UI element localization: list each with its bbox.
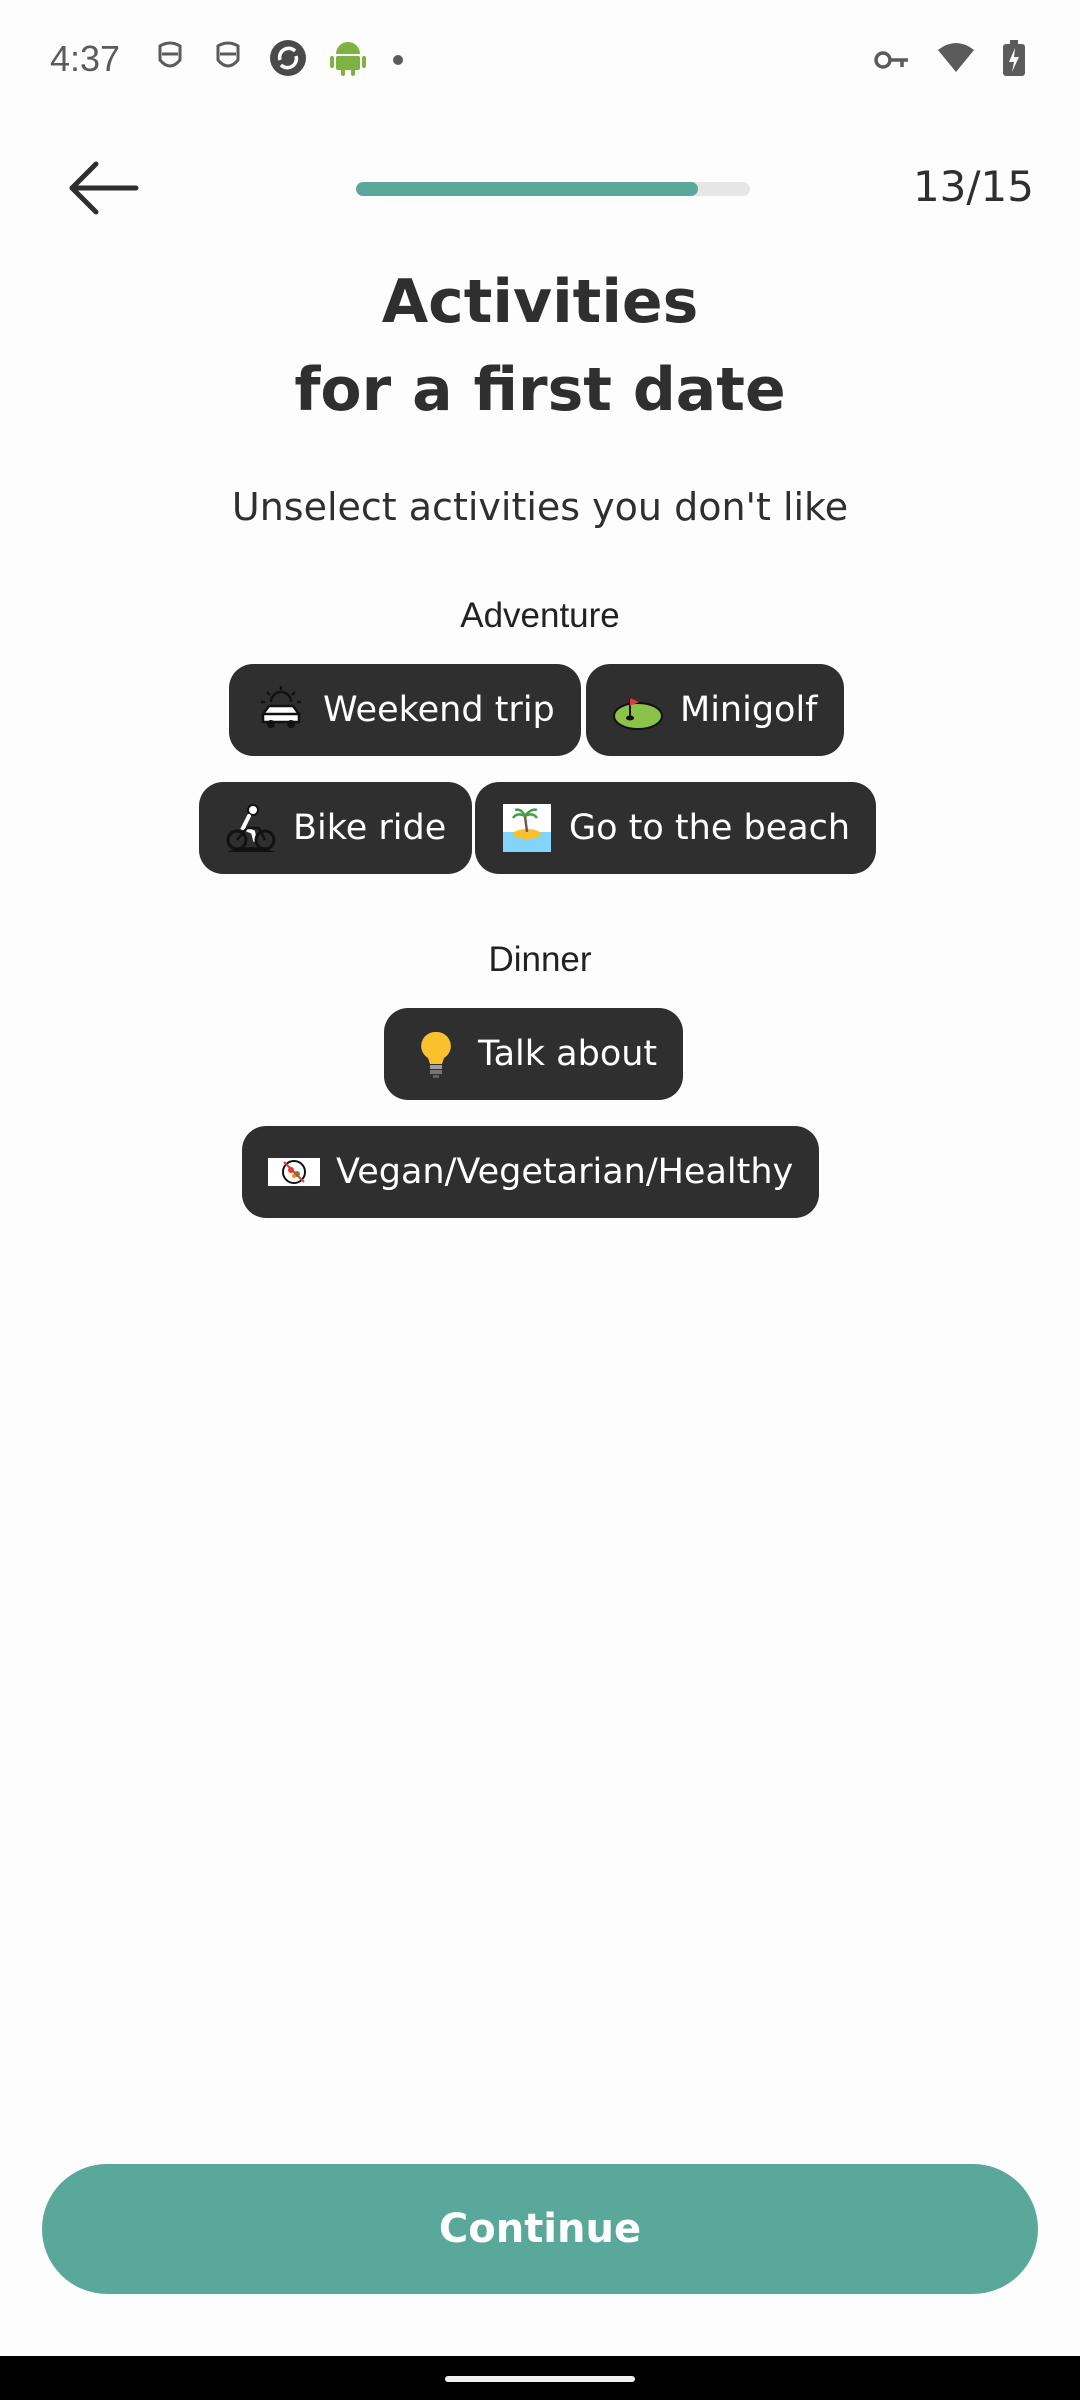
- notification-icons: [152, 38, 408, 78]
- page-title-line2: for a first date: [294, 355, 786, 425]
- progress-fill: [356, 182, 698, 196]
- system-navigation-bar: [0, 2356, 1080, 2400]
- chip-label: Go to the beach: [569, 808, 851, 848]
- home-gesture-handle[interactable]: [445, 2376, 635, 2382]
- lightbulb-icon: [410, 1028, 462, 1080]
- chip-vegan-vegetarian-healthy[interactable]: Vegan/Vegetarian/Healthy: [242, 1126, 820, 1218]
- android-icon: [330, 42, 366, 76]
- dot-icon: [393, 55, 403, 65]
- chip-label: Weekend trip: [323, 690, 555, 730]
- chip-label: Vegan/Vegetarian/Healthy: [336, 1152, 794, 1192]
- wifi-icon: [938, 43, 974, 72]
- chip-bike-ride[interactable]: Bike ride: [199, 782, 473, 874]
- continue-button[interactable]: Continue: [42, 2164, 1038, 2294]
- section-label-adventure: Adventure: [460, 596, 620, 635]
- chip-minigolf[interactable]: Minigolf: [586, 664, 844, 756]
- beach-island-icon: [501, 802, 553, 854]
- vpn-key-icon: [874, 51, 908, 69]
- chip-go-to-the-beach[interactable]: Go to the beach: [475, 782, 877, 874]
- chip-label: Bike ride: [293, 808, 447, 848]
- step-counter: 13/15: [912, 162, 1034, 211]
- progress-bar: [356, 182, 750, 196]
- sync-icon: [270, 40, 306, 76]
- privacy-mask-icon: [216, 41, 240, 68]
- page-subtitle: Unselect activities you don't like: [231, 485, 849, 529]
- healthy-food-icon: [268, 1146, 320, 1198]
- privacy-mask-icon: [158, 41, 182, 68]
- page-title: Activities for a first date: [0, 258, 1080, 434]
- status-bar: 4:37: [0, 0, 1080, 124]
- bike-rider-icon: [225, 802, 277, 854]
- minigolf-icon: [612, 684, 664, 736]
- arrow-left-icon: [69, 161, 139, 215]
- chip-talk-about[interactable]: Talk about: [384, 1008, 684, 1100]
- section-label-dinner: Dinner: [488, 940, 592, 979]
- page-title-line1: Activities: [381, 267, 699, 337]
- back-button[interactable]: [66, 158, 142, 218]
- system-icons: [874, 38, 1026, 78]
- chip-weekend-trip[interactable]: Weekend trip: [229, 664, 581, 756]
- chip-label: Talk about: [478, 1034, 658, 1074]
- chip-label: Minigolf: [680, 690, 818, 730]
- status-time: 4:37: [50, 38, 121, 79]
- car-sunrise-icon: [255, 684, 307, 736]
- battery-charging-icon: [1003, 40, 1025, 76]
